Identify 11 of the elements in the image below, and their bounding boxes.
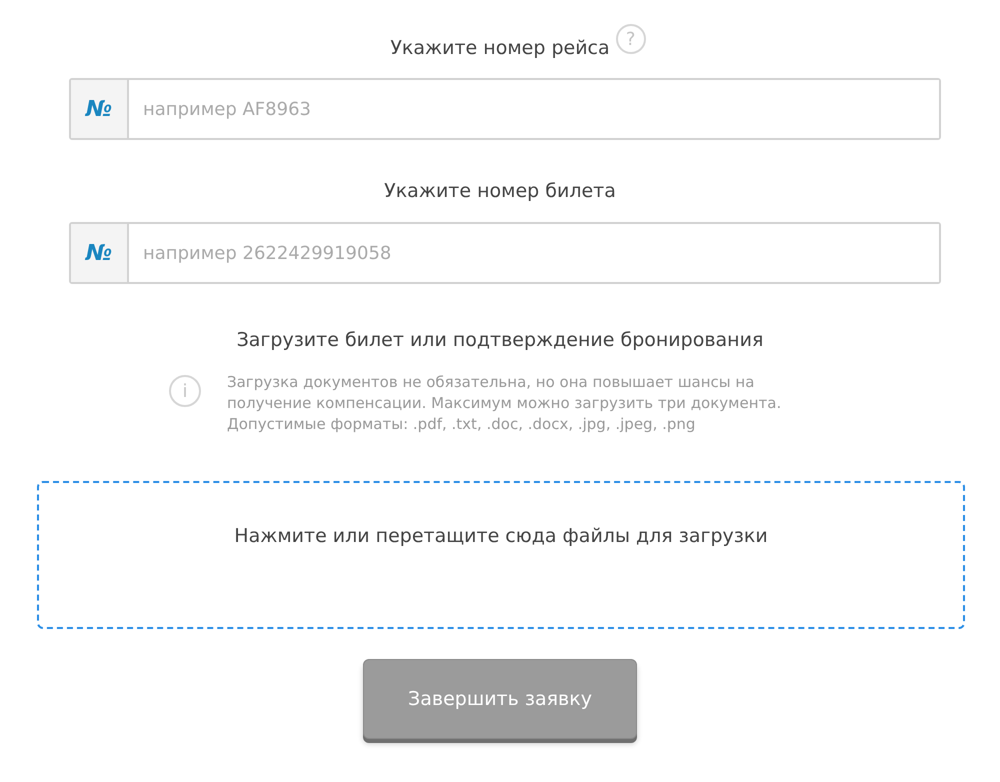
field-label: Укажите номер рейса (390, 36, 610, 61)
dropzone-text: Нажмите или перетащите сюда файлы для загрузки (234, 524, 768, 549)
field-label: Укажите номер билета (384, 179, 616, 203)
number-sign-icon: № (71, 80, 129, 138)
input-field[interactable]: № например AF8963 (69, 78, 941, 140)
info-icon: i (169, 375, 201, 407)
file-dropzone[interactable]: Нажмите или перетащите сюда файлы для загрузки (37, 481, 965, 629)
number-sign-icon: № (71, 224, 129, 282)
input-field[interactable]: № например 2622429919058 (69, 222, 941, 284)
info-note: Загрузка документов не обязательна, но она повышает шансы на получение компенсации. Максимум можно загрузить три документа. Допустимые форматы: .pdf, .txt, .doc, .docx, .jpg, .jpeg, .png (227, 372, 782, 435)
section-heading: Загрузите билет или подтверждение бронирования (236, 328, 764, 353)
